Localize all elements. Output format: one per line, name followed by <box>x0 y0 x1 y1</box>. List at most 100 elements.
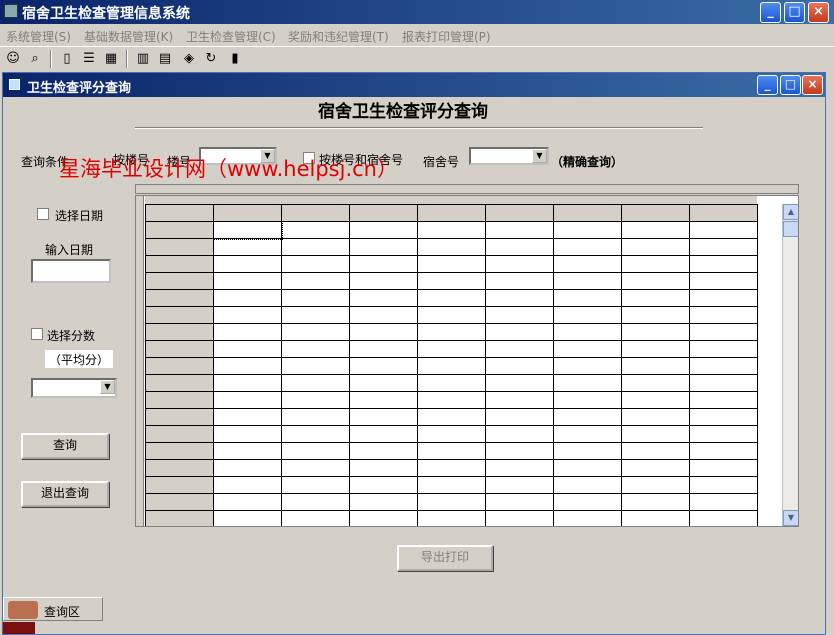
grid-cell[interactable] <box>281 204 350 222</box>
grid-cell[interactable] <box>349 476 418 494</box>
search-icon[interactable]: ⌕ <box>26 50 44 68</box>
grid-cell[interactable] <box>213 510 282 526</box>
row-header-cell[interactable] <box>145 493 214 511</box>
grid-cell[interactable] <box>689 425 758 443</box>
grid-cell[interactable] <box>689 272 758 290</box>
grid-cell[interactable] <box>621 238 690 256</box>
grid-cell[interactable] <box>621 493 690 511</box>
grid-cell[interactable] <box>689 306 758 324</box>
grid-cell[interactable] <box>485 493 554 511</box>
grid-cell[interactable] <box>621 221 690 239</box>
grid-cell[interactable] <box>485 255 554 273</box>
menu-system[interactable]: 系统管理(S) <box>6 28 71 45</box>
grid-cell[interactable] <box>553 493 622 511</box>
row-header-cell[interactable] <box>145 391 214 409</box>
chart-icon[interactable]: ◈ <box>180 50 198 68</box>
grid-cell[interactable] <box>485 221 554 239</box>
grid-cell[interactable] <box>621 272 690 290</box>
scroll-thumb[interactable] <box>783 221 798 237</box>
grid-cell[interactable] <box>621 510 690 526</box>
grid-cell[interactable] <box>349 442 418 460</box>
select-score-checkbox[interactable] <box>31 328 43 340</box>
grid-cell[interactable] <box>417 493 486 511</box>
grid-cell[interactable] <box>689 204 758 222</box>
row-header-cell[interactable] <box>145 510 214 526</box>
table-row[interactable] <box>145 391 758 409</box>
grid-cell[interactable] <box>213 357 282 375</box>
grid-cell[interactable] <box>281 357 350 375</box>
grid-cell[interactable] <box>621 357 690 375</box>
grid-cell[interactable] <box>689 374 758 392</box>
grid-cell[interactable] <box>349 289 418 307</box>
row-header-cell[interactable] <box>145 425 214 443</box>
grid-cell[interactable] <box>281 425 350 443</box>
grid-cell[interactable] <box>553 289 622 307</box>
grid-cell[interactable] <box>553 323 622 341</box>
grid-cell[interactable] <box>621 374 690 392</box>
grid-cell[interactable] <box>213 391 282 409</box>
grid-cell[interactable] <box>281 323 350 341</box>
grid-cell[interactable] <box>213 323 282 341</box>
grid-cell[interactable] <box>621 323 690 341</box>
grid-cell[interactable] <box>689 476 758 494</box>
grid-cell[interactable] <box>485 306 554 324</box>
table-row[interactable] <box>145 374 758 392</box>
grid-cell[interactable] <box>689 255 758 273</box>
grid-cell[interactable] <box>281 476 350 494</box>
grid-cell[interactable] <box>213 425 282 443</box>
grid-cell[interactable] <box>349 391 418 409</box>
grid-cell[interactable] <box>485 340 554 358</box>
close-button[interactable]: × <box>808 2 829 23</box>
menu-reward-discipline[interactable]: 奖励和违纪管理(T) <box>288 28 389 45</box>
results-table[interactable] <box>145 204 758 526</box>
row-header-cell[interactable] <box>145 340 214 358</box>
results-grid[interactable]: ▲ ▼ <box>135 195 799 527</box>
grid-cell[interactable] <box>349 323 418 341</box>
grid-cell[interactable] <box>553 340 622 358</box>
grid-cell[interactable] <box>689 391 758 409</box>
table-row[interactable] <box>145 459 758 477</box>
grid-cell[interactable] <box>349 306 418 324</box>
menu-report-print[interactable]: 报表打印管理(P) <box>402 28 491 45</box>
table-row[interactable] <box>145 220 758 240</box>
grid-cell[interactable] <box>281 510 350 526</box>
grid-cell[interactable] <box>553 272 622 290</box>
score-select[interactable]: ▼ <box>31 378 117 398</box>
grid-cell[interactable] <box>417 425 486 443</box>
list-icon[interactable]: ☰ <box>80 50 98 68</box>
table-icon[interactable]: ▥ <box>134 50 152 68</box>
grid-cell[interactable] <box>485 272 554 290</box>
grid-cell[interactable] <box>213 493 282 511</box>
grid-cell[interactable] <box>213 255 282 273</box>
grid-cell[interactable] <box>212 220 283 240</box>
row-header-cell[interactable] <box>145 221 214 239</box>
grid-cell[interactable] <box>485 357 554 375</box>
grid-cell[interactable] <box>417 306 486 324</box>
grid-cell[interactable] <box>281 459 350 477</box>
grid-cell[interactable] <box>553 510 622 526</box>
row-header-cell[interactable] <box>145 374 214 392</box>
row-header-cell[interactable] <box>145 442 214 460</box>
grid-cell[interactable] <box>553 204 622 222</box>
window-maximize-button[interactable]: □ <box>780 75 801 95</box>
grid-cell[interactable] <box>621 255 690 273</box>
row-header-cell[interactable] <box>145 306 214 324</box>
grid-cell[interactable] <box>621 289 690 307</box>
menu-hygiene-check[interactable]: 卫生检查管理(C) <box>186 28 276 45</box>
export-print-button[interactable]: 导出打印 <box>397 545 493 571</box>
row-header-cell[interactable] <box>145 357 214 375</box>
row-header-cell[interactable] <box>145 459 214 477</box>
grid-cell[interactable] <box>213 408 282 426</box>
row-header-cell[interactable] <box>145 255 214 273</box>
grid-cell[interactable] <box>213 442 282 460</box>
grid-cell[interactable] <box>213 374 282 392</box>
grid-cell[interactable] <box>349 255 418 273</box>
grid-cell[interactable] <box>281 374 350 392</box>
grid-cell[interactable] <box>417 408 486 426</box>
window-close-button[interactable]: × <box>802 75 823 95</box>
exit-query-button[interactable]: 退出查询 <box>21 481 109 507</box>
refresh-icon[interactable]: ↻ <box>202 50 220 68</box>
grid-cell[interactable] <box>621 340 690 358</box>
chevron-down-icon[interactable]: ▼ <box>100 380 115 394</box>
grid-cell[interactable] <box>417 255 486 273</box>
